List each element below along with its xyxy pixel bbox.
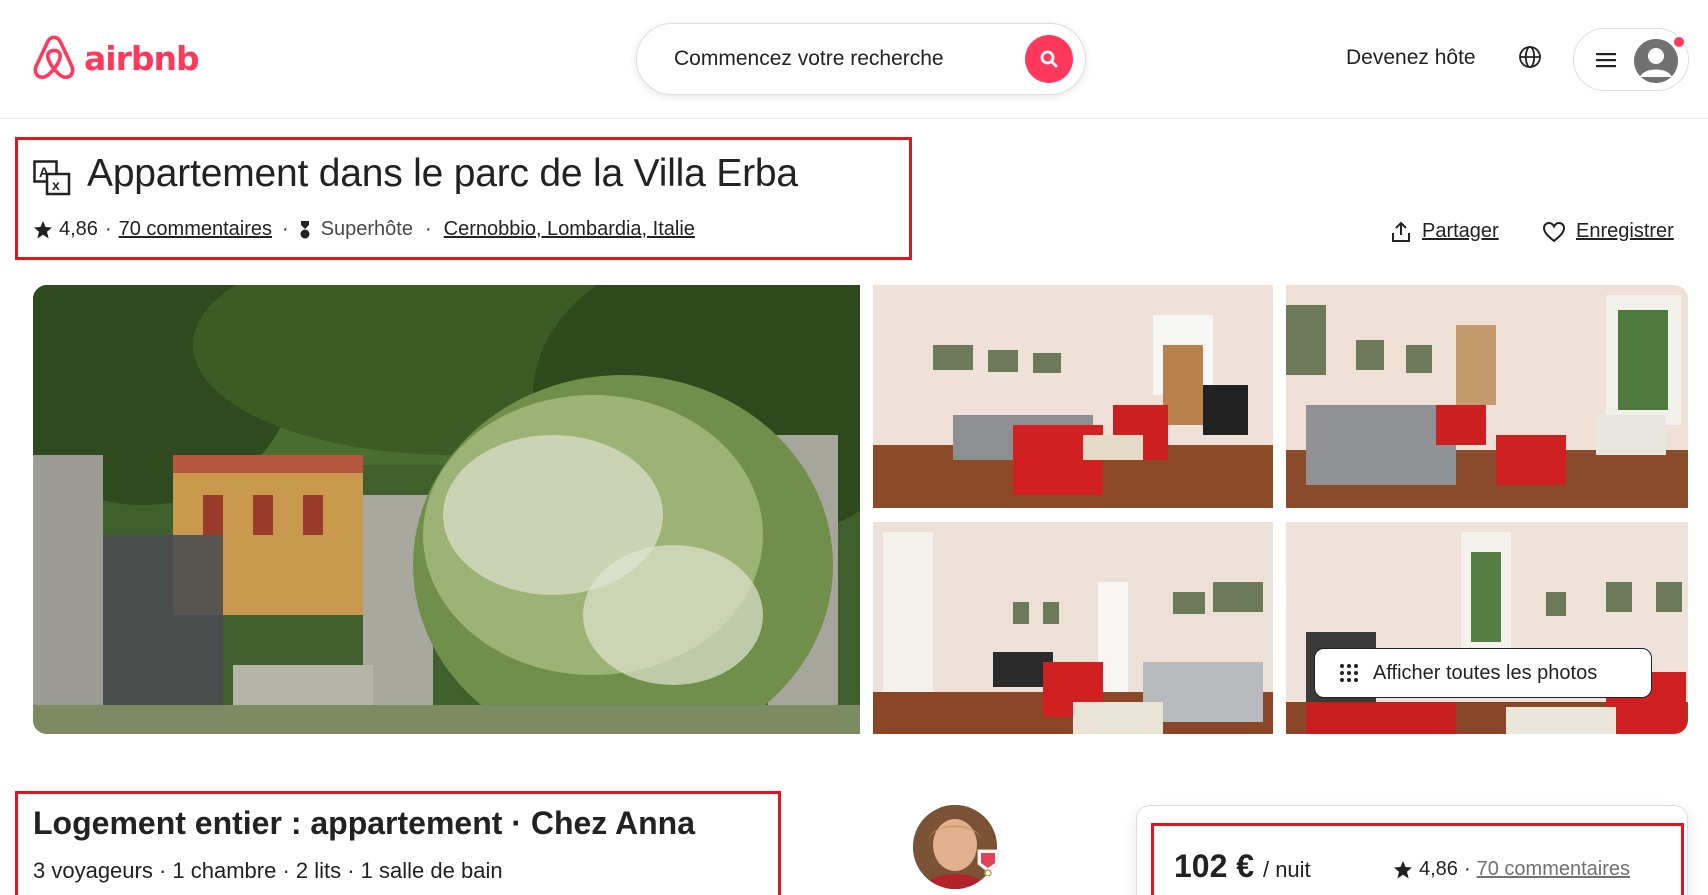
price-per-night: 102 € / nuit [1174, 848, 1311, 885]
show-all-photos-button[interactable]: Afficher toutes les photos [1314, 648, 1652, 698]
price-value: 102 € [1174, 848, 1255, 884]
superhost-icon [300, 220, 310, 238]
price-unit: / nuit [1262, 857, 1311, 882]
location-link[interactable]: Cernobbio, Lombardia, Italie [444, 218, 695, 241]
user-menu-button[interactable] [1573, 28, 1689, 91]
svg-text:x: x [52, 177, 60, 193]
separator: · [104, 218, 112, 240]
photo-living-room-4[interactable] [1286, 522, 1688, 734]
notification-dot [1672, 35, 1686, 49]
share-action[interactable]: Partager [1390, 220, 1499, 243]
search-icon [1040, 50, 1058, 68]
show-all-photos-label: Afficher toutes les photos [1373, 661, 1598, 684]
airbnb-logo-icon [33, 35, 75, 80]
translate-icon: A x [33, 160, 71, 196]
become-host-link[interactable]: Devenez hôte [1346, 46, 1476, 70]
star-icon [1394, 860, 1412, 878]
photo-main-garden-gate[interactable] [33, 285, 860, 734]
star-icon [34, 220, 52, 238]
photo-living-room-1[interactable] [873, 285, 1273, 508]
listing-meta: 4,86 · 70 commentaires · Superhôte · Cer… [33, 218, 695, 241]
booking-reviews-link[interactable]: 70 commentaires [1477, 858, 1630, 881]
separator: · [424, 218, 432, 240]
share-icon [1392, 221, 1410, 242]
search-button[interactable] [1025, 35, 1073, 83]
rating-value: 4,86 [59, 218, 98, 240]
host-avatar[interactable] [913, 805, 997, 889]
superhost-label: Superhôte [320, 218, 413, 240]
user-avatar-icon [1634, 39, 1678, 83]
language-button[interactable] [1518, 45, 1542, 74]
save-label: Enregistrer [1576, 220, 1674, 242]
photo-living-room-3[interactable] [873, 522, 1273, 734]
listing-type-title: Logement entier : appartement · Chez Ann… [33, 805, 695, 841]
search-placeholder: Commencez votre recherche [674, 47, 944, 70]
grid-dots-icon [1340, 664, 1358, 682]
reviews-link[interactable]: 70 commentaires [119, 218, 272, 241]
site-header: airbnb Commencez votre recherche Devenez… [0, 0, 1708, 119]
booking-rating-value: 4,86 [1419, 858, 1458, 880]
listing-title: Appartement dans le parc de la Villa Erb… [87, 152, 798, 195]
heart-icon [1542, 221, 1566, 242]
listing-summary: 3 voyageurs · 1 chambre · 2 lits · 1 sal… [33, 858, 503, 883]
airbnb-logo[interactable]: airbnb [32, 34, 200, 82]
separator: · [1463, 858, 1471, 880]
logo-text: airbnb [84, 38, 200, 78]
save-action[interactable]: Enregistrer [1542, 220, 1674, 243]
globe-icon [1519, 46, 1541, 68]
search-bar[interactable]: Commencez votre recherche [636, 23, 1086, 95]
photo-living-room-2[interactable] [1286, 285, 1688, 508]
separator: · [282, 218, 289, 240]
booking-rating: 4,86 · 70 commentaires [1393, 858, 1630, 881]
share-label: Partager [1422, 220, 1499, 242]
superhost-badge-icon [977, 849, 999, 876]
menu-icon [1596, 53, 1616, 68]
